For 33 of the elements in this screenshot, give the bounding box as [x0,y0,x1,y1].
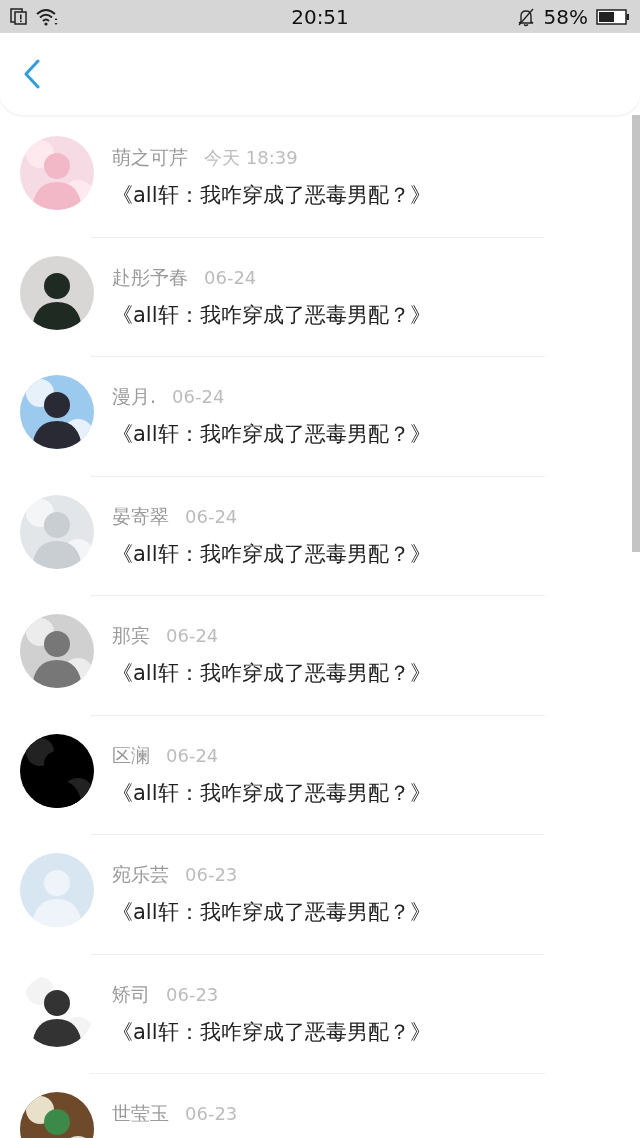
sim-card-icon [10,8,27,25]
user-name: 矫司 [112,981,150,1007]
user-name: 宛乐芸 [112,862,169,887]
comment-text: 《all轩：我咋穿成了恶毒男配？》 [112,301,431,329]
comment-time: 06-24 [166,744,219,766]
battery-icon [596,8,630,25]
user-name: 赴彤予春 [112,264,188,290]
muted-bell-icon [515,6,536,27]
comment-time: 06-24 [166,625,219,646]
back-button[interactable] [24,59,40,89]
comment-text: 《all轩：我咋穿成了恶毒男配？》 [112,421,431,448]
user-name: 漫月. [112,384,157,409]
comment-time: 今天 18:39 [204,146,298,170]
comment-text: 《all轩：我咋穿成了恶毒男配？》 [112,1018,431,1046]
user-name: 那宾 [112,623,150,648]
comment-time: 06-24 [204,266,257,288]
comment-time: 06-23 [185,1103,238,1124]
comment-time: 06-24 [185,505,238,527]
comment-text: 《all轩：我咋穿成了恶毒男配？》 [112,660,431,687]
comment-time: 06-23 [166,983,219,1005]
user-name: 区澜 [112,742,150,768]
comment-text: 《all轩：我咋穿成了恶毒男配？》 [112,899,431,926]
battery-percent: 58% [543,4,588,29]
user-name: 世莹玉 [112,1101,169,1126]
comment-text: 《all轩：我咋穿成了恶毒男配？》 [112,779,431,807]
user-name: 萌之可芹 [112,145,188,170]
comment-text: 《all轩：我咋穿成了恶毒男配？》 [112,540,431,568]
user-name: 晏寄翠 [112,503,169,529]
comment-text: 《all轩：我咋穿成了恶毒男配？》 [112,182,431,209]
wifi-icon [35,7,59,26]
status-time: 20:51 [291,4,349,29]
comment-time: 06-23 [185,864,238,885]
comment-time: 06-24 [172,386,225,407]
